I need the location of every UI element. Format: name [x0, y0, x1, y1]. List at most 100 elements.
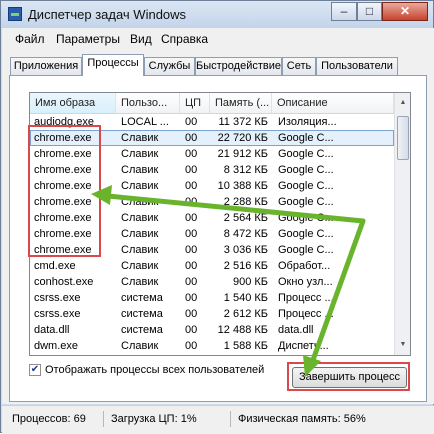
title-bar[interactable]: Диспетчер задач Windows – □ ✕ — [1, 1, 433, 28]
cell-name: chrome.exe — [34, 244, 92, 256]
table-row[interactable]: chrome.exe Славик 00 8 472 КБ Google C... — [30, 226, 394, 242]
scroll-up-icon[interactable]: ▲ — [396, 95, 410, 111]
show-all-checkbox[interactable]: ✔ — [29, 364, 41, 376]
table-row[interactable]: chrome.exe Славик 00 21 912 КБ Google C... — [30, 146, 394, 162]
cell-user: Славик — [121, 244, 159, 256]
cell-cpu: 00 — [185, 212, 198, 224]
cell-cpu: 00 — [185, 276, 198, 288]
window-title: Диспетчер задач Windows — [28, 7, 187, 22]
close-button[interactable]: ✕ — [382, 2, 428, 21]
status-processes: Процессов: 69 — [5, 411, 104, 427]
table-row[interactable]: data.dll система 00 12 488 КБ data.dll — [30, 322, 394, 338]
cell-cpu: 00 — [185, 308, 198, 320]
cell-mem: 22 720 КБ — [217, 132, 268, 144]
cell-name: chrome.exe — [34, 212, 92, 224]
cell-name: chrome.exe — [34, 132, 92, 144]
cell-desc: Изоляция... — [278, 116, 337, 128]
status-bar: Процессов: 69 Загрузка ЦП: 1% Физическая… — [2, 405, 434, 434]
table-row[interactable]: chrome.exe Славик 00 22 720 КБ Google C... — [30, 130, 394, 146]
cell-user: система — [121, 292, 163, 304]
vertical-scrollbar[interactable]: ▲ ▼ — [394, 93, 410, 355]
column-user[interactable]: Пользо... — [116, 93, 180, 113]
cell-mem: 12 488 КБ — [217, 324, 268, 336]
status-cpu: Загрузка ЦП: 1% — [104, 411, 231, 427]
tab-network[interactable]: Сеть — [282, 57, 316, 75]
cell-cpu: 00 — [185, 260, 198, 272]
cell-user: Славик — [121, 228, 159, 240]
cell-cpu: 00 — [185, 324, 198, 336]
table-row[interactable]: dwm.exe Славик 00 1 588 КБ Диспетч... — [30, 338, 394, 354]
table-row[interactable]: csrss.exe система 00 1 540 КБ Процесс ... — [30, 290, 394, 306]
cell-desc: Google C... — [278, 132, 334, 144]
tab-performance[interactable]: Быстродействие — [195, 57, 282, 75]
cell-user: Славик — [121, 340, 159, 352]
cell-desc: Google C... — [278, 148, 334, 160]
cell-user: Славик — [121, 148, 159, 160]
task-manager-icon — [8, 7, 22, 21]
cell-name: chrome.exe — [34, 228, 92, 240]
cell-cpu: 00 — [185, 164, 198, 176]
menu-options[interactable]: Параметры — [56, 32, 120, 46]
cell-name: csrss.exe — [34, 292, 81, 304]
table-row[interactable]: chrome.exe Славик 00 2 564 КБ Google C... — [30, 210, 394, 226]
menu-file[interactable]: Файл — [15, 32, 45, 46]
cell-mem: 900 КБ — [232, 276, 268, 288]
cell-name: chrome.exe — [34, 148, 92, 160]
cell-desc: Окно узл... — [278, 276, 333, 288]
cell-name: data.dll — [34, 324, 70, 336]
process-list[interactable]: Имя образа Пользо... ЦП Память (... Опис… — [29, 92, 411, 356]
cell-desc: Процесс ... — [278, 308, 334, 320]
cell-cpu: 00 — [185, 180, 198, 192]
cell-name: csrss.exe — [34, 308, 81, 320]
cell-name: audiodg.exe — [34, 116, 94, 128]
tab-processes[interactable]: Процессы — [82, 54, 144, 76]
cell-name: chrome.exe — [34, 164, 92, 176]
table-row[interactable]: conhost.exe Славик 00 900 КБ Окно узл... — [30, 274, 394, 290]
cell-mem: 1 540 КБ — [223, 292, 268, 304]
cell-user: система — [121, 308, 163, 320]
cell-name: dwm.exe — [34, 340, 79, 352]
cell-user: Славик — [121, 180, 159, 192]
scroll-thumb[interactable] — [397, 116, 409, 160]
cell-mem: 2 516 КБ — [223, 260, 268, 272]
cell-desc: Google C... — [278, 244, 334, 256]
tab-applications[interactable]: Приложения — [10, 57, 82, 75]
end-process-button[interactable]: Завершить процесс — [292, 367, 407, 388]
cell-user: Славик — [121, 132, 159, 144]
tab-services[interactable]: Службы — [144, 57, 195, 75]
cell-desc: Google C... — [278, 212, 334, 224]
cell-mem: 8 312 КБ — [223, 164, 268, 176]
cell-user: Славик — [121, 164, 159, 176]
cell-name: chrome.exe — [34, 180, 92, 192]
maximize-button[interactable]: □ — [357, 2, 382, 21]
menu-view[interactable]: Вид — [130, 32, 152, 46]
scroll-down-icon[interactable]: ▼ — [396, 337, 410, 353]
cell-desc: Google C... — [278, 228, 334, 240]
cell-name: chrome.exe — [34, 196, 92, 208]
table-row[interactable]: cmd.exe Славик 00 2 516 КБ Обработ... — [30, 258, 394, 274]
cell-cpu: 00 — [185, 148, 198, 160]
cell-mem: 10 388 КБ — [217, 180, 268, 192]
table-row[interactable]: chrome.exe Славик 00 2 288 КБ Google C... — [30, 194, 394, 210]
table-row[interactable]: chrome.exe Славик 00 8 312 КБ Google C... — [30, 162, 394, 178]
cell-desc: data.dll — [278, 324, 314, 336]
cell-cpu: 00 — [185, 228, 198, 240]
menu-bar: Файл Параметры Вид Справка — [2, 28, 434, 50]
minimize-button[interactable]: – — [331, 2, 357, 21]
column-cpu[interactable]: ЦП — [180, 93, 210, 113]
tab-users[interactable]: Пользователи — [316, 57, 398, 75]
table-row[interactable]: csrss.exe система 00 2 612 КБ Процесс ... — [30, 306, 394, 322]
column-description[interactable]: Описание — [272, 93, 394, 113]
table-row[interactable]: chrome.exe Славик 00 3 036 КБ Google C... — [30, 242, 394, 258]
cell-user: Славик — [121, 196, 159, 208]
cell-cpu: 00 — [185, 244, 198, 256]
column-memory[interactable]: Память (... — [210, 93, 272, 113]
cell-desc: Процесс ... — [278, 292, 334, 304]
column-image-name[interactable]: Имя образа — [30, 93, 116, 113]
list-header: Имя образа Пользо... ЦП Память (... Опис… — [30, 93, 394, 114]
table-row[interactable]: chrome.exe Славик 00 10 388 КБ Google C... — [30, 178, 394, 194]
cell-cpu: 00 — [185, 116, 198, 128]
cell-cpu: 00 — [185, 196, 198, 208]
menu-help[interactable]: Справка — [161, 32, 208, 46]
table-row[interactable]: audiodg.exe LOCAL ... 00 11 372 КБ Изоляция.… — [30, 114, 394, 130]
